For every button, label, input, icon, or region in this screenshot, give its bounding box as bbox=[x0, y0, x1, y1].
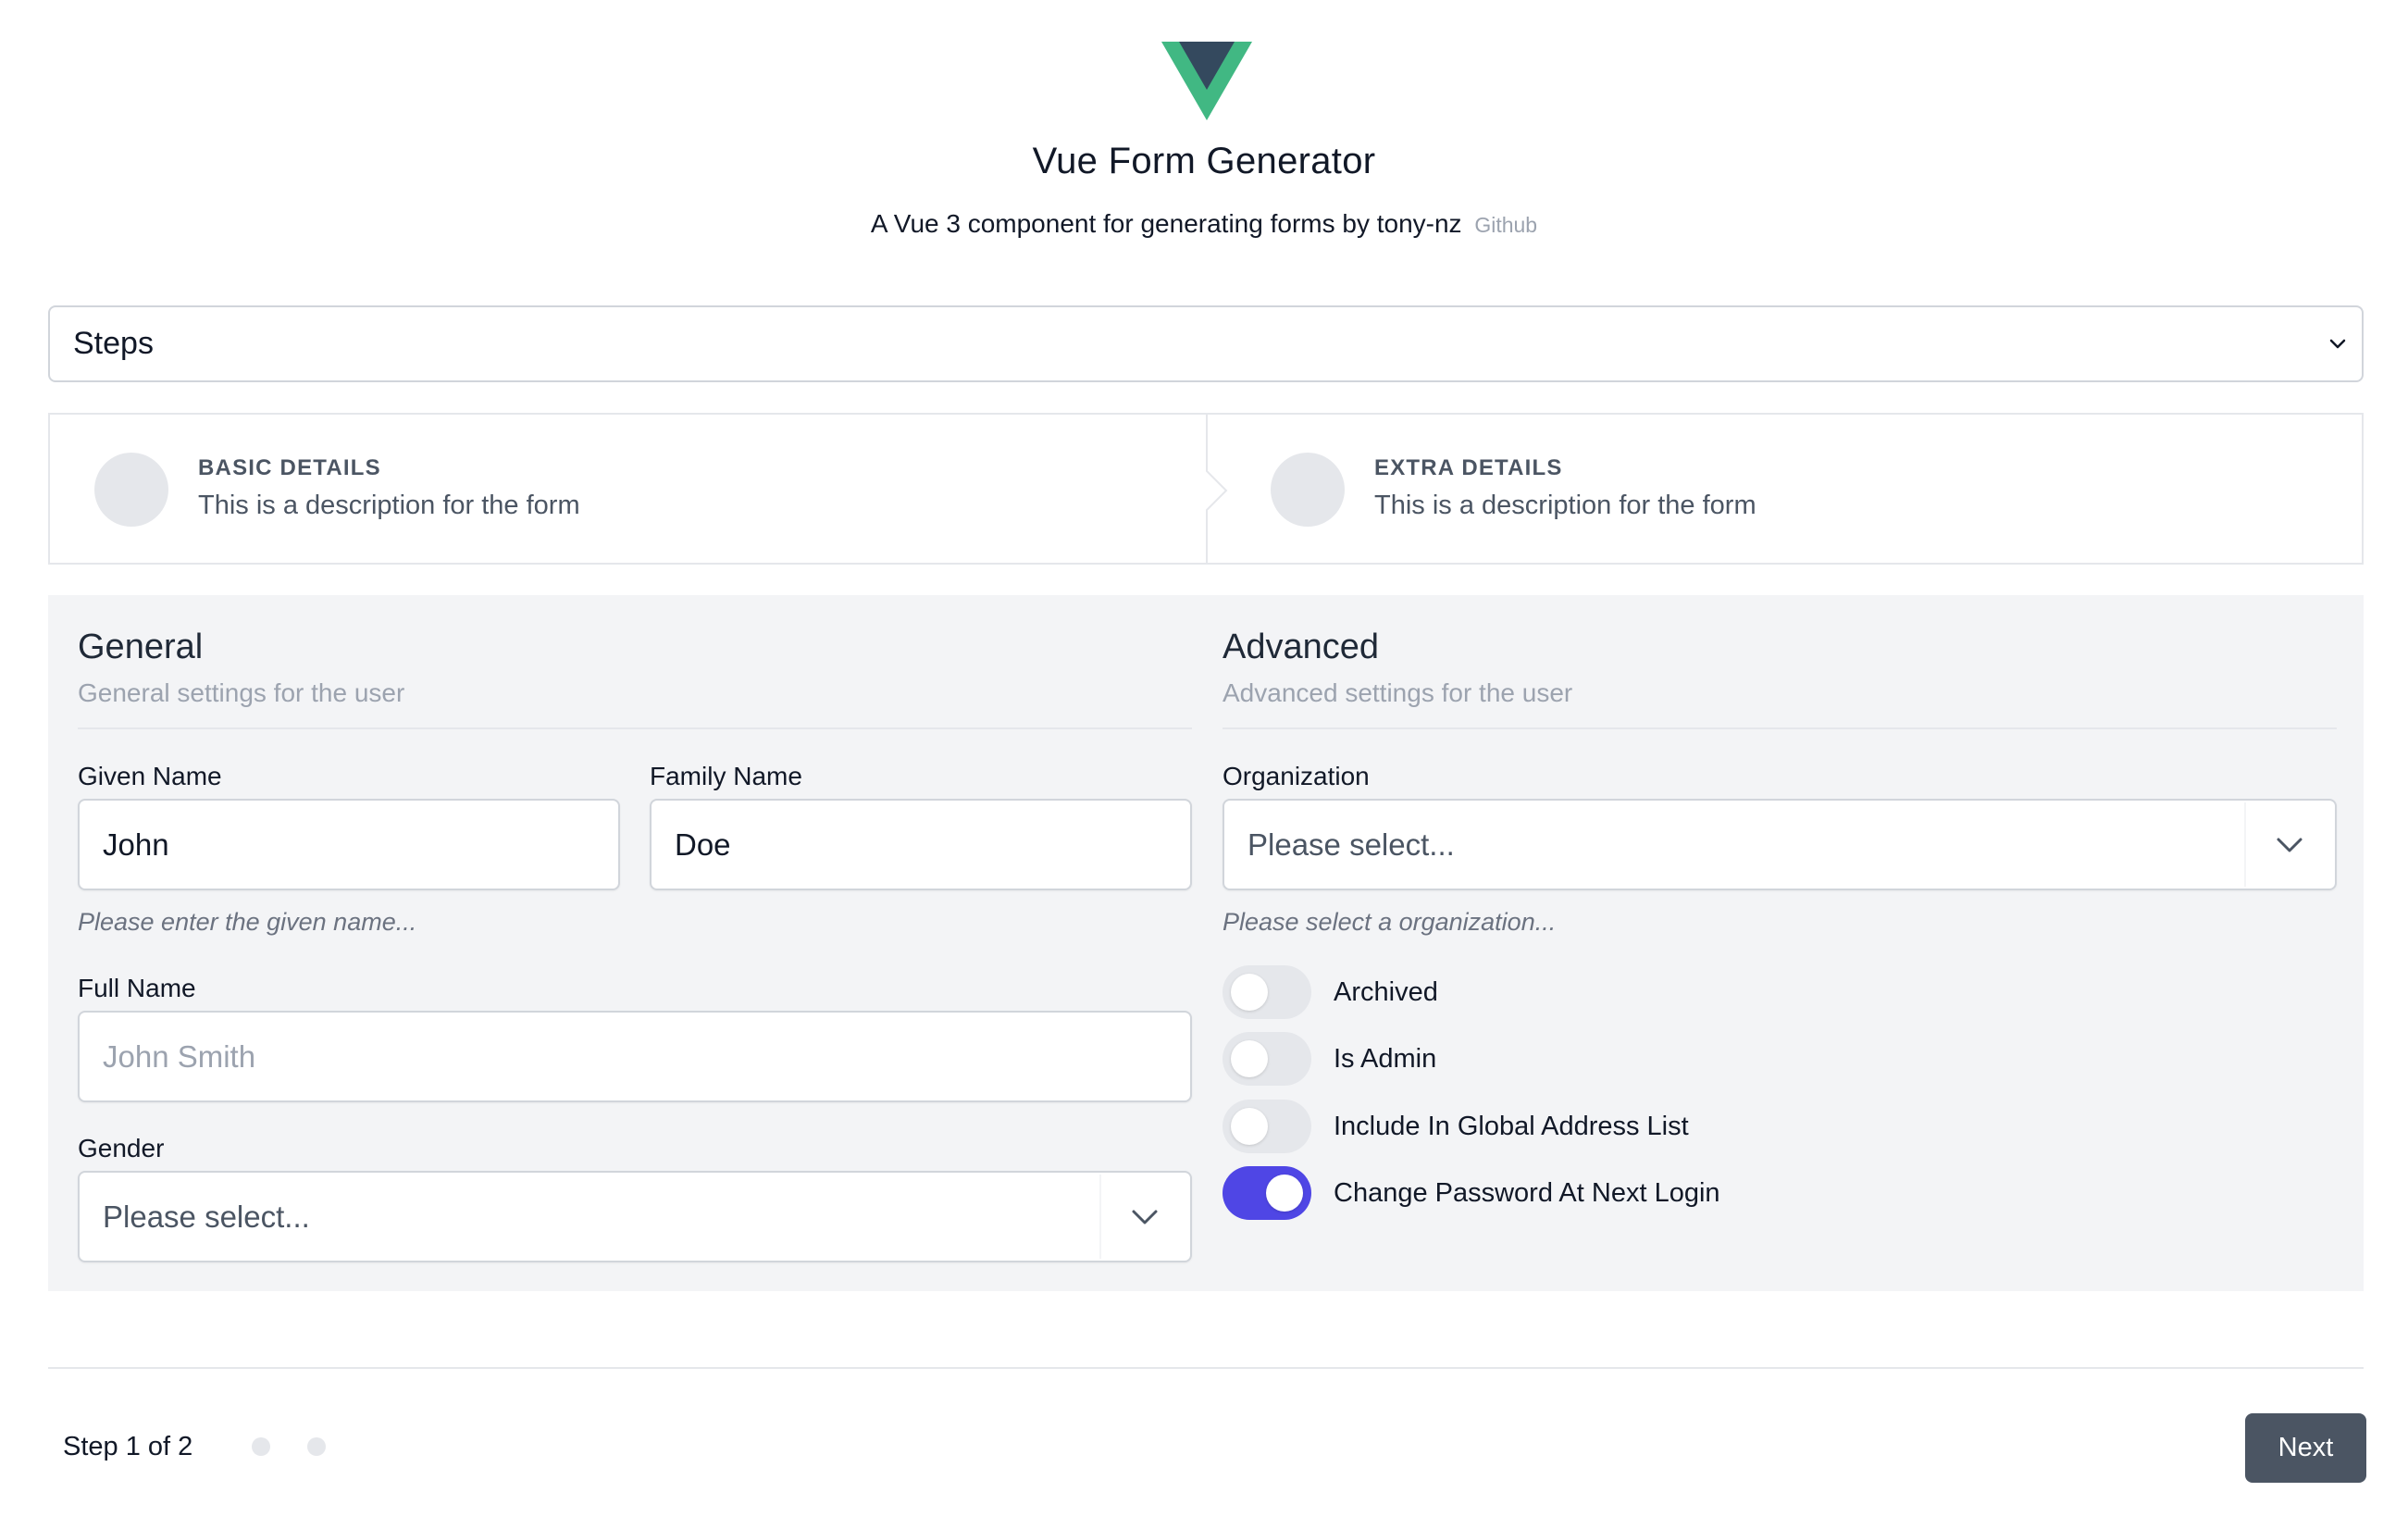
organization-label: Organization bbox=[1223, 762, 1370, 790]
toggle-knob bbox=[1231, 974, 1268, 1011]
family-name-label: Family Name bbox=[650, 762, 802, 790]
section-title: General bbox=[78, 628, 204, 666]
toggle-knob bbox=[1266, 1175, 1303, 1212]
chevron-down-icon bbox=[2329, 339, 2346, 349]
step-description: This is a description for the form bbox=[1374, 491, 1756, 520]
example-select-value: Steps bbox=[73, 326, 154, 361]
step-text: BASIC DETAILS This is a description for … bbox=[198, 455, 580, 521]
footer-divider bbox=[48, 1367, 2364, 1369]
step-dot-2[interactable] bbox=[307, 1437, 326, 1456]
archived-toggle[interactable] bbox=[1223, 965, 1311, 1019]
global-address-list-toggle[interactable] bbox=[1223, 1100, 1311, 1153]
given-name-label: Given Name bbox=[78, 762, 222, 790]
step-description: This is a description for the form bbox=[198, 491, 580, 520]
form-panel: General General settings for the user Gi… bbox=[48, 595, 2364, 1291]
toggle-label: Archived bbox=[1334, 976, 1438, 1007]
change-password-toggle[interactable] bbox=[1223, 1166, 1311, 1220]
given-name-help: Please enter the given name... bbox=[78, 908, 417, 936]
step-dot-1[interactable] bbox=[252, 1437, 270, 1456]
section-description: General settings for the user bbox=[78, 678, 405, 707]
full-name-label: Full Name bbox=[78, 974, 196, 1002]
step-title: EXTRA DETAILS bbox=[1374, 455, 1563, 480]
github-link[interactable]: Github bbox=[1474, 213, 1537, 237]
toggle-row-change-password: Change Password At Next Login bbox=[1223, 1166, 1720, 1220]
step-extra-details[interactable]: EXTRA DETAILS This is a description for … bbox=[1206, 415, 2362, 563]
step-basic-details[interactable]: BASIC DETAILS This is a description for … bbox=[50, 415, 1206, 563]
chevron-down-icon bbox=[1132, 1210, 1158, 1224]
section-divider bbox=[1223, 727, 2337, 729]
steps-bar: BASIC DETAILS This is a description for … bbox=[48, 413, 2364, 565]
chevron-down-icon bbox=[2277, 838, 2302, 852]
step-counter: Step 1 of 2 bbox=[63, 1432, 193, 1461]
is-admin-toggle[interactable] bbox=[1223, 1032, 1311, 1086]
vue-logo-icon bbox=[1161, 42, 1252, 120]
toggle-row-archived: Archived bbox=[1223, 965, 1438, 1019]
next-button[interactable]: Next bbox=[2245, 1413, 2366, 1483]
select-divider bbox=[2244, 802, 2246, 887]
step-indicator-circle bbox=[94, 453, 168, 527]
gender-select[interactable]: Please select... bbox=[78, 1171, 1192, 1262]
section-divider bbox=[78, 727, 1192, 729]
toggle-knob bbox=[1231, 1108, 1268, 1145]
example-select[interactable]: Steps bbox=[48, 305, 2364, 382]
gender-label: Gender bbox=[78, 1134, 165, 1162]
step-title: BASIC DETAILS bbox=[198, 455, 381, 480]
toggle-label: Include In Global Address List bbox=[1334, 1111, 1689, 1141]
select-divider bbox=[1099, 1175, 1101, 1259]
family-name-input[interactable]: Doe bbox=[650, 799, 1192, 890]
app-title: Vue Form Generator bbox=[1032, 141, 1376, 181]
app-subtitle: A Vue 3 component for generating forms b… bbox=[0, 209, 2408, 239]
step-text: EXTRA DETAILS This is a description for … bbox=[1374, 455, 1756, 521]
full-name-input[interactable]: John Smith bbox=[78, 1011, 1192, 1102]
toggle-label: Change Password At Next Login bbox=[1334, 1177, 1720, 1208]
section-title: Advanced bbox=[1223, 628, 1380, 666]
subtitle-text: A Vue 3 component for generating forms b… bbox=[870, 209, 1462, 238]
toggle-row-is-admin: Is Admin bbox=[1223, 1032, 1436, 1086]
page: Vue Form Generator A Vue 3 component for… bbox=[0, 0, 2408, 1529]
gender-select-placeholder: Please select... bbox=[103, 1199, 310, 1234]
toggle-row-global-address-list: Include In Global Address List bbox=[1223, 1100, 1689, 1153]
given-name-input[interactable]: John bbox=[78, 799, 620, 890]
step-indicator-circle bbox=[1271, 453, 1345, 527]
toggle-label: Is Admin bbox=[1334, 1043, 1437, 1074]
organization-select[interactable]: Please select... bbox=[1223, 799, 2337, 890]
section-description: Advanced settings for the user bbox=[1223, 678, 1573, 707]
organization-select-placeholder: Please select... bbox=[1247, 827, 1455, 862]
toggle-knob bbox=[1231, 1040, 1268, 1077]
step-separator-arrow-icon bbox=[1206, 470, 1228, 511]
organization-help: Please select a organization... bbox=[1223, 908, 1557, 936]
